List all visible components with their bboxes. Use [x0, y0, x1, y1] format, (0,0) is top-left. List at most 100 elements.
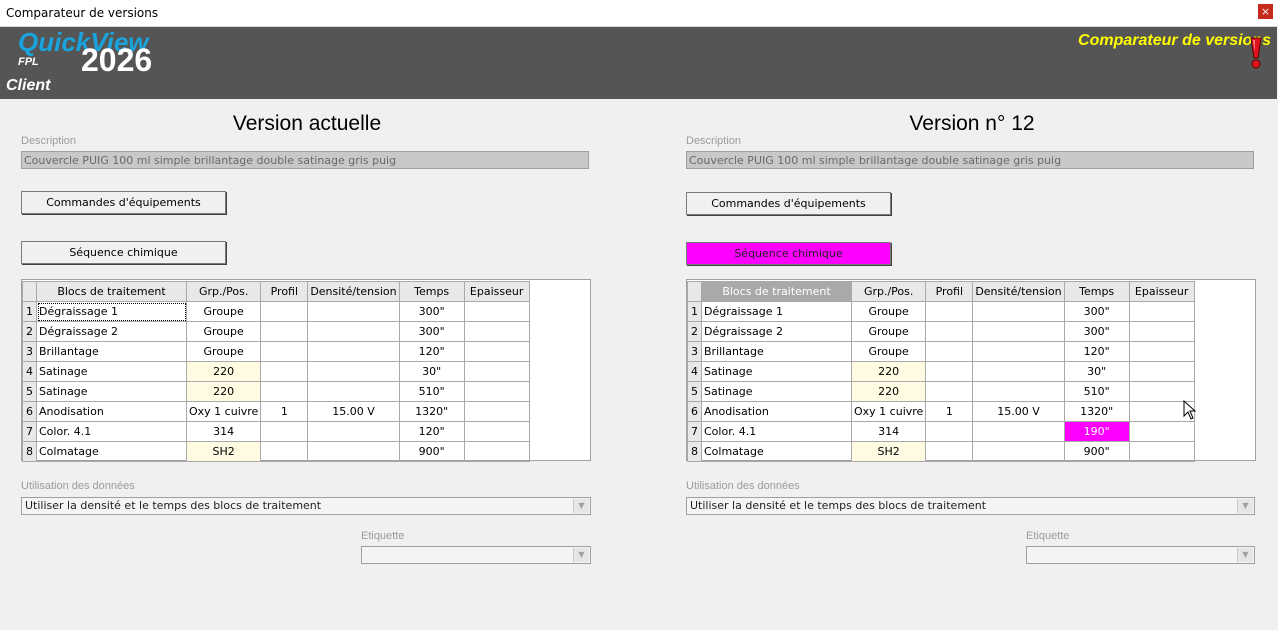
cell-block-name[interactable]: Colmatage	[701, 441, 852, 462]
cell-group[interactable]: Groupe	[185, 301, 262, 322]
cell-thickness[interactable]	[1128, 301, 1195, 322]
table-row[interactable]: 6 Anodisation Oxy 1 cuivre 1 15.00 V 1320"	[687, 401, 1195, 422]
cell-time[interactable]: 510"	[1063, 381, 1130, 402]
cell-thickness[interactable]	[463, 341, 530, 362]
cell-density[interactable]	[307, 321, 400, 342]
cell-group[interactable]: Groupe	[185, 341, 262, 362]
cell-density[interactable]	[307, 381, 400, 402]
cell-block-name[interactable]: Dégraissage 1	[701, 301, 852, 322]
cell-group[interactable]: Groupe	[185, 321, 262, 342]
close-button[interactable]: ×	[1258, 4, 1273, 19]
col-header-time[interactable]: Temps	[1063, 281, 1130, 302]
cell-block-name[interactable]: Brillantage	[36, 341, 187, 362]
cell-thickness[interactable]	[1128, 421, 1195, 442]
table-row[interactable]: 3 Brillantage Groupe 120"	[22, 341, 530, 362]
cell-thickness[interactable]	[1128, 341, 1195, 362]
cell-block-name[interactable]: Dégraissage 2	[701, 321, 852, 342]
description-field[interactable]: Couvercle PUIG 100 ml simple brillantage…	[686, 151, 1254, 169]
cell-time[interactable]: 30"	[1063, 361, 1130, 382]
cell-thickness[interactable]	[1128, 321, 1195, 342]
cell-group[interactable]: SH2	[185, 441, 262, 462]
col-header-profile[interactable]: Profil	[260, 281, 309, 302]
equipment-orders-button[interactable]: Commandes d'équipements	[21, 191, 226, 214]
cell-group[interactable]: 220	[185, 381, 262, 402]
cell-group[interactable]: 220	[850, 381, 927, 402]
cell-time[interactable]: 120"	[398, 421, 465, 442]
cell-profile[interactable]	[260, 321, 309, 342]
chevron-down-icon[interactable]: ▼	[573, 499, 589, 513]
table-row[interactable]: 1 Dégraissage 1 Groupe 300"	[687, 301, 1195, 322]
cell-thickness[interactable]	[463, 421, 530, 442]
cell-profile[interactable]	[260, 381, 309, 402]
cell-density[interactable]: 15.00 V	[972, 401, 1065, 422]
cell-block-name[interactable]: Colmatage	[36, 441, 187, 462]
cell-time[interactable]: 120"	[398, 341, 465, 362]
cell-thickness[interactable]	[1128, 441, 1195, 462]
cell-time[interactable]: 30"	[398, 361, 465, 382]
cell-thickness[interactable]	[463, 301, 530, 322]
table-row[interactable]: 4 Satinage 220 30"	[687, 361, 1195, 382]
cell-profile[interactable]: 1	[260, 401, 309, 422]
table-row[interactable]: 5 Satinage 220 510"	[687, 381, 1195, 402]
cell-density[interactable]: 15.00 V	[307, 401, 400, 422]
col-header-thickness[interactable]: Epaisseur	[463, 281, 530, 302]
chemical-sequence-button[interactable]: Séquence chimique	[21, 241, 226, 264]
cell-time[interactable]: 300"	[1063, 321, 1130, 342]
cell-block-name[interactable]: Satinage	[36, 361, 187, 382]
cell-time[interactable]: 1320"	[1063, 401, 1130, 422]
cell-thickness[interactable]	[1128, 361, 1195, 382]
cell-density[interactable]	[307, 341, 400, 362]
description-field[interactable]: Couvercle PUIG 100 ml simple brillantage…	[21, 151, 589, 169]
cell-block-name[interactable]: Anodisation	[36, 401, 187, 422]
cell-density[interactable]	[972, 381, 1065, 402]
chevron-down-icon[interactable]: ▼	[1237, 548, 1253, 562]
etiquette-select[interactable]: ▼	[361, 546, 591, 564]
cell-density[interactable]	[307, 301, 400, 322]
cell-group[interactable]: 220	[850, 361, 927, 382]
col-header-group[interactable]: Grp./Pos.	[850, 281, 927, 302]
cell-density[interactable]	[972, 341, 1065, 362]
cell-density[interactable]	[972, 301, 1065, 322]
cell-block-name[interactable]: Anodisation	[701, 401, 852, 422]
cell-density[interactable]	[307, 361, 400, 382]
table-row[interactable]: 2 Dégraissage 2 Groupe 300"	[22, 321, 530, 342]
col-header-time[interactable]: Temps	[398, 281, 465, 302]
cell-profile[interactable]	[260, 441, 309, 462]
col-header-thickness[interactable]: Epaisseur	[1128, 281, 1195, 302]
data-usage-select[interactable]: Utiliser la densité et le temps des bloc…	[21, 497, 591, 515]
table-row[interactable]: 7 Color. 4.1 314 190"	[687, 421, 1195, 442]
cell-group[interactable]: Groupe	[850, 321, 927, 342]
cell-thickness[interactable]	[463, 361, 530, 382]
chevron-down-icon[interactable]: ▼	[573, 548, 589, 562]
table-row[interactable]: 5 Satinage 220 510"	[22, 381, 530, 402]
chevron-down-icon[interactable]: ▼	[1237, 499, 1253, 513]
col-header-blocks[interactable]: Blocs de traitement	[36, 281, 187, 302]
cell-block-name[interactable]: Color. 4.1	[36, 421, 187, 442]
col-header-density[interactable]: Densité/tension	[307, 281, 400, 302]
cell-profile[interactable]	[925, 421, 974, 442]
cell-thickness[interactable]	[463, 441, 530, 462]
cell-density[interactable]	[307, 441, 400, 462]
cell-block-name[interactable]: Color. 4.1	[701, 421, 852, 442]
col-header-blocks[interactable]: Blocs de traitement	[701, 281, 852, 302]
cell-group[interactable]: Oxy 1 cuivre	[185, 401, 262, 422]
cell-group[interactable]: 220	[185, 361, 262, 382]
table-row[interactable]: 8 Colmatage SH2 900"	[687, 441, 1195, 462]
cell-block-name[interactable]: Brillantage	[701, 341, 852, 362]
etiquette-select[interactable]: ▼	[1026, 546, 1255, 564]
cell-block-name[interactable]: Dégraissage 1	[36, 301, 187, 322]
table-row[interactable]: 8 Colmatage SH2 900"	[22, 441, 530, 462]
cell-time[interactable]: 300"	[398, 321, 465, 342]
cell-group[interactable]: Groupe	[850, 341, 927, 362]
cell-thickness[interactable]	[463, 381, 530, 402]
table-row[interactable]: 6 Anodisation Oxy 1 cuivre 1 15.00 V 1320"	[22, 401, 530, 422]
cell-profile[interactable]	[260, 421, 309, 442]
equipment-orders-button[interactable]: Commandes d'équipements	[686, 192, 891, 215]
cell-profile[interactable]	[925, 301, 974, 322]
cell-block-name[interactable]: Satinage	[701, 361, 852, 382]
table-row[interactable]: 7 Color. 4.1 314 120"	[22, 421, 530, 442]
table-row[interactable]: 3 Brillantage Groupe 120"	[687, 341, 1195, 362]
table-row[interactable]: 1 Dégraissage 1 Groupe 300"	[22, 301, 530, 322]
cell-thickness[interactable]	[463, 321, 530, 342]
cell-profile[interactable]	[925, 321, 974, 342]
